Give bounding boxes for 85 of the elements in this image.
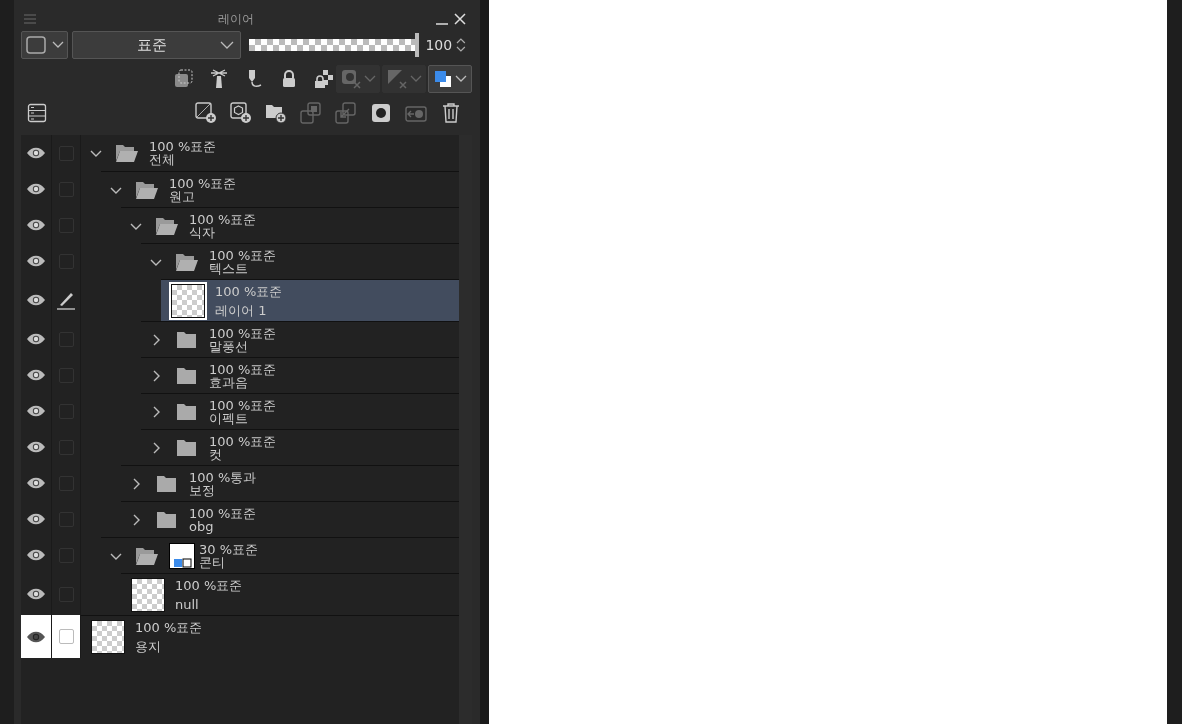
layer-mode: 100 %표준: [209, 362, 277, 376]
square-icon: [25, 36, 46, 54]
caret-icon: [220, 40, 235, 50]
layer-mode: 100 %표준: [209, 326, 277, 340]
folder-icon: [175, 251, 199, 272]
caret-icon: [454, 75, 467, 83]
layer-name: null: [175, 597, 200, 611]
layer-name: 식자: [189, 225, 216, 239]
opacity-value[interactable]: 100: [425, 37, 453, 53]
color-swatch-icon: [433, 70, 452, 88]
mask-icon[interactable]: [370, 102, 392, 124]
layer-name: 보정: [189, 483, 216, 497]
layer-row[interactable]: 100 %표준 컷: [141, 429, 459, 465]
layer-name: 레이어 1: [215, 303, 268, 317]
color-swatch-icon: [172, 557, 192, 568]
layer-row[interactable]: 100 %표준 식자: [121, 207, 459, 243]
layer-color-dropdown[interactable]: [21, 31, 69, 59]
layer-row[interactable]: 100 %표준 null: [121, 573, 459, 615]
folder-icon: [155, 509, 179, 530]
layer-mode: 100 %표준: [149, 140, 217, 153]
layer-mode: 100 %표준: [175, 578, 243, 592]
folder-icon: [175, 365, 199, 386]
transparent-thumbnail: [171, 283, 205, 318]
spinner-icon[interactable]: [456, 36, 466, 54]
ruler-icon: [386, 69, 407, 89]
layer-mode: 100 %표준: [209, 248, 277, 262]
layer-name: 효과음: [209, 375, 248, 389]
layer-name: 이펙트: [209, 411, 248, 425]
new-layer-icon[interactable]: [195, 102, 217, 124]
layer-mode: 30 %표준: [199, 542, 259, 556]
new-folder-icon[interactable]: [265, 102, 287, 124]
caret-icon: [363, 75, 376, 83]
blend-mode-dropdown[interactable]: 표준: [72, 31, 242, 59]
layer-mode: 100 %표준: [169, 176, 237, 190]
layer-row[interactable]: 100 %표준 obg: [121, 501, 459, 537]
layer-name: 용지: [135, 640, 162, 653]
layer-mode: 100 %표준: [189, 506, 257, 520]
caret-icon: [51, 41, 64, 49]
layer-row[interactable]: 100 %표준 효과음: [141, 357, 459, 393]
layer-name: 텍스트: [209, 261, 248, 275]
folder-icon: [175, 401, 199, 422]
layer-name: obg: [189, 519, 215, 533]
layer-mode: 100 %표준: [189, 212, 257, 226]
layer-mode: 100 %표준: [209, 434, 277, 448]
layer-mode: 100 %표준: [215, 284, 283, 298]
transparent-thumbnail: [131, 577, 165, 612]
visibility-toggle[interactable]: [21, 615, 52, 658]
mask-icon: [340, 69, 361, 89]
transparent-thumbnail: [91, 620, 125, 654]
opacity-slider[interactable]: [249, 33, 420, 57]
lock-cell[interactable]: [52, 615, 81, 658]
new-vector-layer-icon[interactable]: [230, 102, 252, 124]
caret-icon: [409, 75, 422, 83]
layer-name: 원고: [169, 189, 196, 203]
lighthouse-icon[interactable]: [209, 69, 229, 89]
layer-row[interactable]: 100 %표준 이펙트: [141, 393, 459, 429]
folder-icon: [175, 437, 199, 458]
folder-icon: [135, 545, 159, 566]
layer-row[interactable]: 30 %표준 콘티: [101, 537, 459, 573]
folder-icon: [175, 329, 199, 350]
layer-row[interactable]: 100 %표준 전체: [81, 135, 459, 171]
transparency-lock-icon[interactable]: [314, 69, 334, 89]
layer-row[interactable]: 100 %표준 레이어 1: [161, 279, 459, 321]
layer-name: 콘티: [199, 555, 225, 569]
layer-color-button[interactable]: [428, 65, 472, 93]
folder-icon: [135, 179, 159, 200]
layer-row[interactable]: 100 %표준 원고: [101, 171, 459, 207]
layer-properties-icon[interactable]: [27, 103, 47, 123]
panel-title: 레이어: [217, 10, 255, 28]
layer-name: 전체: [149, 153, 176, 166]
layer-name: 컷: [209, 447, 223, 461]
layer-name: 말풍선: [209, 339, 248, 353]
clipping-icon[interactable]: [174, 69, 194, 89]
folder-icon: [155, 215, 179, 236]
layer-row[interactable]: 100 %통과 보정: [121, 465, 459, 501]
folder-icon: [155, 473, 179, 494]
layer-mode: 100 %표준: [135, 621, 203, 634]
layer-row[interactable]: 100 %표준 용지: [81, 615, 459, 658]
layer-checkbox[interactable]: [58, 629, 74, 644]
trash-icon[interactable]: [440, 102, 462, 124]
layer-mode: 100 %통과: [189, 470, 257, 484]
layer-row[interactable]: 100 %표준 말풍선: [141, 321, 459, 357]
folder-icon: [115, 143, 139, 163]
close-icon[interactable]: [454, 13, 466, 25]
layer-mode: 100 %표준: [209, 398, 277, 412]
